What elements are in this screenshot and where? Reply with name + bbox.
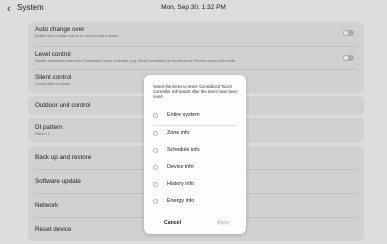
radio-icon[interactable] [153,112,158,118]
option-label: Schedule info [167,147,200,153]
option-history-info[interactable]: History info [153,180,243,190]
reset-dialog: Select the items to reset. Centralized T… [144,75,246,234]
option-label: Energy info [167,198,195,204]
cancel-button[interactable]: Cancel [164,220,181,226]
radio-icon[interactable] [153,198,158,204]
option-device-info[interactable]: Device info [153,163,243,173]
radio-icon[interactable] [153,147,158,153]
option-zone-info[interactable]: Zone info [153,129,243,139]
dialog-message: Select the items to reset. Centralized T… [153,84,238,100]
option-energy-info[interactable]: Energy info [153,197,243,207]
radio-icon[interactable] [153,164,158,170]
option-label: History info [167,181,194,187]
option-schedule-info[interactable]: Schedule info [153,146,243,156]
option-label: Device info [167,164,194,170]
radio-icon[interactable] [153,130,158,136]
option-label: Entire system [167,112,200,118]
divider [153,125,237,126]
radio-icon[interactable] [153,181,158,187]
option-entire-system[interactable]: Entire system [153,111,243,121]
option-label: Zone info [167,130,190,136]
apply-button[interactable]: Apply [217,220,230,226]
